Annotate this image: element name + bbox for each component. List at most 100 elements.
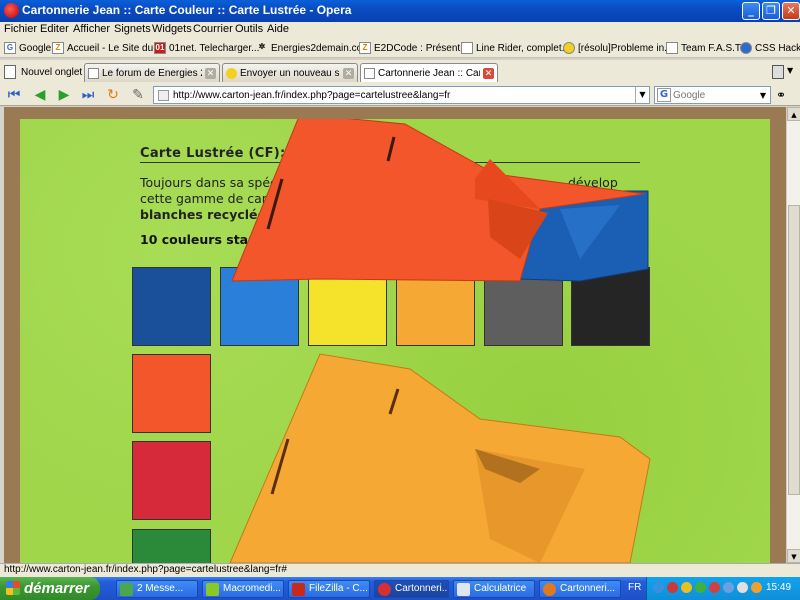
trash-icon[interactable] [772,65,784,79]
filezilla-icon [292,583,305,596]
windows-flag-icon [6,581,20,595]
macromedia-icon [206,583,219,596]
task-macromedia[interactable]: Macromedi... [202,580,284,598]
tab-bar: Nouvel onglet Le forum de Energies 2 d..… [0,60,800,84]
title-bar: Cartonnerie Jean :: Carte Couleur :: Car… [0,0,800,22]
menu-signets[interactable]: Signets [114,23,151,35]
volume-icon[interactable] [737,582,748,593]
task-calculatrice[interactable]: Calculatrice [453,580,535,598]
bookmark-resolu[interactable]: [résolu]Probleme in... [563,40,673,56]
scroll-up-icon[interactable]: ▲ [787,107,800,121]
close-button[interactable]: ✕ [782,2,800,20]
close-tab-icon[interactable]: ✕ [343,67,354,79]
security-icon[interactable] [751,582,762,593]
status-url: http://www.carton-jean.fr/index.php?page… [4,564,287,575]
language-indicator[interactable]: FR [628,582,641,593]
google-icon[interactable]: G [657,88,671,102]
chevron-down-icon[interactable]: ▼ [635,87,649,103]
bookmark-01net[interactable]: 01 01net. Telecharger... [154,40,259,56]
update-icon[interactable] [695,582,706,593]
tab-envoyer-sujet[interactable]: Envoyer un nouveau suj... ✕ [222,63,358,82]
shield-icon[interactable] [681,582,692,593]
window-title: Cartonnerie Jean :: Carte Couleur :: Car… [22,3,352,17]
task-filezilla[interactable]: FileZilla - C... [288,580,370,598]
web-viewport: Carte Lustrée (CF): Toujours dans sa spé… [0,107,786,563]
scroll-down-icon[interactable]: ▼ [787,549,800,563]
menu-courrier[interactable]: Courrier [193,23,233,35]
back-icon[interactable]: ◀ [32,87,48,103]
menu-outils[interactable]: Outils [235,23,263,35]
fast-forward-icon[interactable]: ⏭ [80,87,96,103]
task-messenger[interactable]: 2 Messe... [116,580,198,598]
glasses-icon[interactable]: ⚭ [776,88,794,102]
bookmark-energies2demain[interactable]: ✲ Energies2demain.com [256,40,371,56]
orange-folder-image[interactable] [229,353,651,563]
folder-images [229,119,651,563]
start-button[interactable]: démarrer [0,577,100,600]
maximize-button[interactable]: ❐ [762,2,780,20]
antivirus-icon[interactable] [667,582,678,593]
reload-icon[interactable]: ↻ [105,87,121,103]
tab-cartonnerie-jean[interactable]: Cartonnerie Jean :: Cart... ✕ [360,63,498,82]
scroll-thumb[interactable] [788,205,800,495]
sun-icon [226,67,237,79]
menu-editer[interactable]: Editer [40,23,69,35]
task-cartonnerie-firefox[interactable]: Cartonneri... [539,580,621,598]
status-bar: http://www.carton-jean.fr/index.php?page… [0,563,800,577]
network-icon[interactable] [653,582,664,593]
tab-forum-energies[interactable]: Le forum de Energies 2 d... ✕ [84,63,220,82]
close-tab-icon[interactable]: ✕ [483,67,494,79]
google-icon: G [4,42,16,54]
page-icon [88,67,99,79]
site-icon: Z [359,42,371,54]
calculator-icon [457,583,470,596]
address-text[interactable]: http://www.carton-jean.fr/index.php?page… [173,90,635,101]
edit-icon[interactable]: ✎ [130,87,146,103]
menu-fichier[interactable]: Fichier [4,23,37,35]
page-icon [666,42,678,54]
bookmark-team-fast[interactable]: Team F.A.S.T [666,40,741,56]
menu-aide[interactable]: Aide [267,23,289,35]
menu-widgets[interactable]: Widgets [152,23,192,35]
page-icon [158,89,169,101]
minimize-button[interactable]: _ [742,2,760,20]
address-toolbar: ⏮ ◀ ▶ ⏭ ↻ ✎ http://www.carton-jean.fr/in… [0,84,800,106]
display-icon[interactable] [723,582,734,593]
bookmark-site-du-zero[interactable]: Z Accueil - Le Site du... [52,40,162,56]
vertical-scrollbar[interactable]: ▲ ▼ [786,107,800,563]
chevron-down-icon[interactable]: ▼ [757,91,769,100]
chevron-down-icon[interactable]: ▼ [787,66,793,75]
page-icon [461,42,473,54]
opera-icon [4,3,19,18]
menu-bar: Fichier Editer Afficher Signets Widgets … [0,22,800,38]
bookmark-css-hacks[interactable]: CSS Hacks [740,40,800,56]
bug-icon: ✲ [258,42,266,51]
search-box[interactable]: G ▼ [654,86,771,104]
bookmark-line-rider[interactable]: Line Rider, complet... [461,40,570,56]
clock: 15:49 [766,582,792,593]
close-tab-icon[interactable]: ✕ [205,67,216,79]
new-page-icon [4,65,16,79]
rewind-icon[interactable]: ⏮ [6,87,22,103]
bookmark-e2dcode[interactable]: Z E2DCode : Présent... [359,40,469,56]
bookmarks-bar: G Google Z Accueil - Le Site du... 01 01net… [0,38,800,58]
site-icon: Z [52,42,64,54]
opera-icon [378,583,391,596]
new-tab-button[interactable]: Nouvel onglet [4,63,82,81]
task-cartonnerie-opera[interactable]: Cartonneri... [374,580,449,598]
bookmark-google[interactable]: G Google [4,40,51,56]
forward-icon[interactable]: ▶ [56,87,72,103]
address-input[interactable]: http://www.carton-jean.fr/index.php?page… [153,86,650,104]
alert-icon[interactable] [709,582,720,593]
system-tray: 15:49 [646,577,800,600]
page-content: Carte Lustrée (CF): Toujours dans sa spé… [20,119,770,563]
globe-icon [740,42,752,54]
01net-icon: 01 [154,42,166,54]
sun-icon [563,42,575,54]
search-input[interactable] [673,89,757,101]
firefox-icon [543,583,556,596]
menu-afficher[interactable]: Afficher [73,23,110,35]
taskbar: démarrer 2 Messe... Macromedi... FileZil… [0,577,800,600]
panel-strip[interactable] [0,107,4,563]
page-icon [364,67,375,79]
